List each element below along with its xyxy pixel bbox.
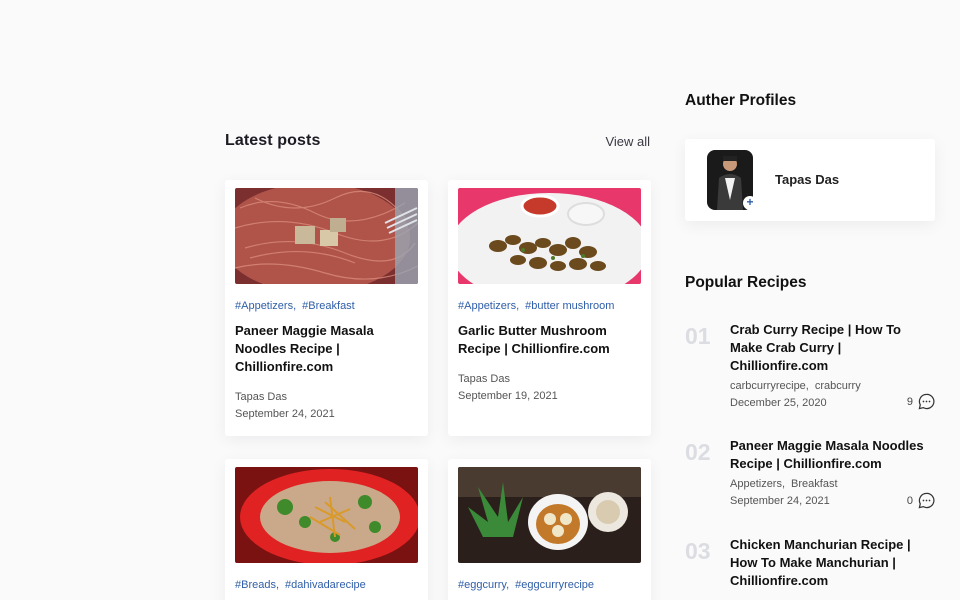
popular-recipe-title[interactable]: Crab Curry Recipe | How To Make Crab Cur… <box>730 321 935 375</box>
post-card[interactable]: #Appetizers, #butter mushroom Garlic Butt… <box>448 180 651 436</box>
post-tags: #Breads, #dahivadarecipe <box>235 579 372 591</box>
view-all-link[interactable]: View all <box>605 134 650 149</box>
latest-posts-title: Latest posts <box>225 132 321 149</box>
post-author[interactable]: Tapas Das <box>458 373 510 385</box>
comment-count[interactable]: 0 <box>907 492 935 509</box>
rank-number: 02 <box>685 439 711 465</box>
popular-recipe-tags: Appetizers, Breakfast <box>730 478 844 490</box>
post-card[interactable]: #eggcurry, #eggcurryrecipe <box>448 459 651 600</box>
post-date: September 19, 2021 <box>458 390 558 402</box>
popular-tag-link[interactable]: carbcurryrecipe, <box>730 380 809 392</box>
rank-number: 01 <box>685 323 711 349</box>
post-thumbnail[interactable] <box>458 188 641 284</box>
post-tag-link[interactable]: #eggcurryrecipe <box>515 579 594 591</box>
comment-bubble-icon <box>918 393 935 410</box>
popular-recipe-title[interactable]: Paneer Maggie Masala Noodles Recipe | Ch… <box>730 437 935 473</box>
comment-count-value: 0 <box>906 494 913 507</box>
popular-recipe-date: December 25, 2020 <box>730 397 827 409</box>
popular-recipe-date: September 24, 2021 <box>730 495 830 507</box>
popular-tag-link[interactable]: Appetizers, <box>730 478 785 490</box>
post-tags: #Appetizers, #Breakfast <box>235 300 361 312</box>
popular-recipe-item[interactable]: 01 Crab Curry Recipe | How To Make Crab … <box>685 321 935 413</box>
post-author[interactable]: Tapas Das <box>235 391 287 403</box>
post-thumbnail[interactable] <box>235 188 418 284</box>
post-tag-link[interactable]: #Appetizers, <box>458 300 519 312</box>
post-title[interactable]: Paneer Maggie Masala Noodles Recipe | Ch… <box>235 322 418 376</box>
post-tag-link[interactable]: #Appetizers, <box>235 300 296 312</box>
post-card[interactable]: #Appetizers, #Breakfast Paneer Maggie Mas… <box>225 180 428 436</box>
post-tag-link[interactable]: #butter mushroom <box>525 300 614 312</box>
popular-recipe-title[interactable]: Chicken Manchurian Recipe | How To Make … <box>730 536 935 590</box>
popular-recipe-tags: carbcurryrecipe, crabcurry <box>730 380 867 392</box>
post-tag-link[interactable]: #Breakfast <box>302 300 355 312</box>
post-tags: #eggcurry, #eggcurryrecipe <box>458 579 600 591</box>
popular-recipe-item[interactable]: 02 Paneer Maggie Masala Noodles Recipe |… <box>685 437 935 517</box>
post-date: September 24, 2021 <box>235 408 335 420</box>
popular-recipes-heading: Popular Recipes <box>685 274 807 291</box>
comment-bubble-icon <box>918 492 935 509</box>
author-profiles-heading: Auther Profiles <box>685 92 797 109</box>
popular-tag-link[interactable]: crabcurry <box>815 380 861 392</box>
post-card[interactable]: #Breads, #dahivadarecipe <box>225 459 428 600</box>
post-tag-link[interactable]: #dahivadarecipe <box>285 579 366 591</box>
rank-number: 03 <box>685 538 711 564</box>
popular-recipe-item[interactable]: 03 Chicken Manchurian Recipe | How To Ma… <box>685 536 935 596</box>
post-thumbnail[interactable] <box>235 467 418 563</box>
comment-count-value: 9 <box>906 395 913 408</box>
latest-posts-header: Latest posts View all <box>225 131 650 153</box>
author-name[interactable]: Tapas Das <box>775 172 839 187</box>
follow-plus-icon[interactable]: + <box>743 196 757 210</box>
post-tags: #Appetizers, #butter mushroom <box>458 300 620 312</box>
post-title[interactable]: Garlic Butter Mushroom Recipe | Chillion… <box>458 322 641 358</box>
post-tag-link[interactable]: #Breads, <box>235 579 279 591</box>
post-tag-link[interactable]: #eggcurry, <box>458 579 509 591</box>
popular-tag-link[interactable]: Breakfast <box>791 478 837 490</box>
post-thumbnail[interactable] <box>458 467 641 563</box>
author-profile-card[interactable]: + Tapas Das <box>685 139 935 221</box>
comment-count[interactable]: 9 <box>907 393 935 410</box>
